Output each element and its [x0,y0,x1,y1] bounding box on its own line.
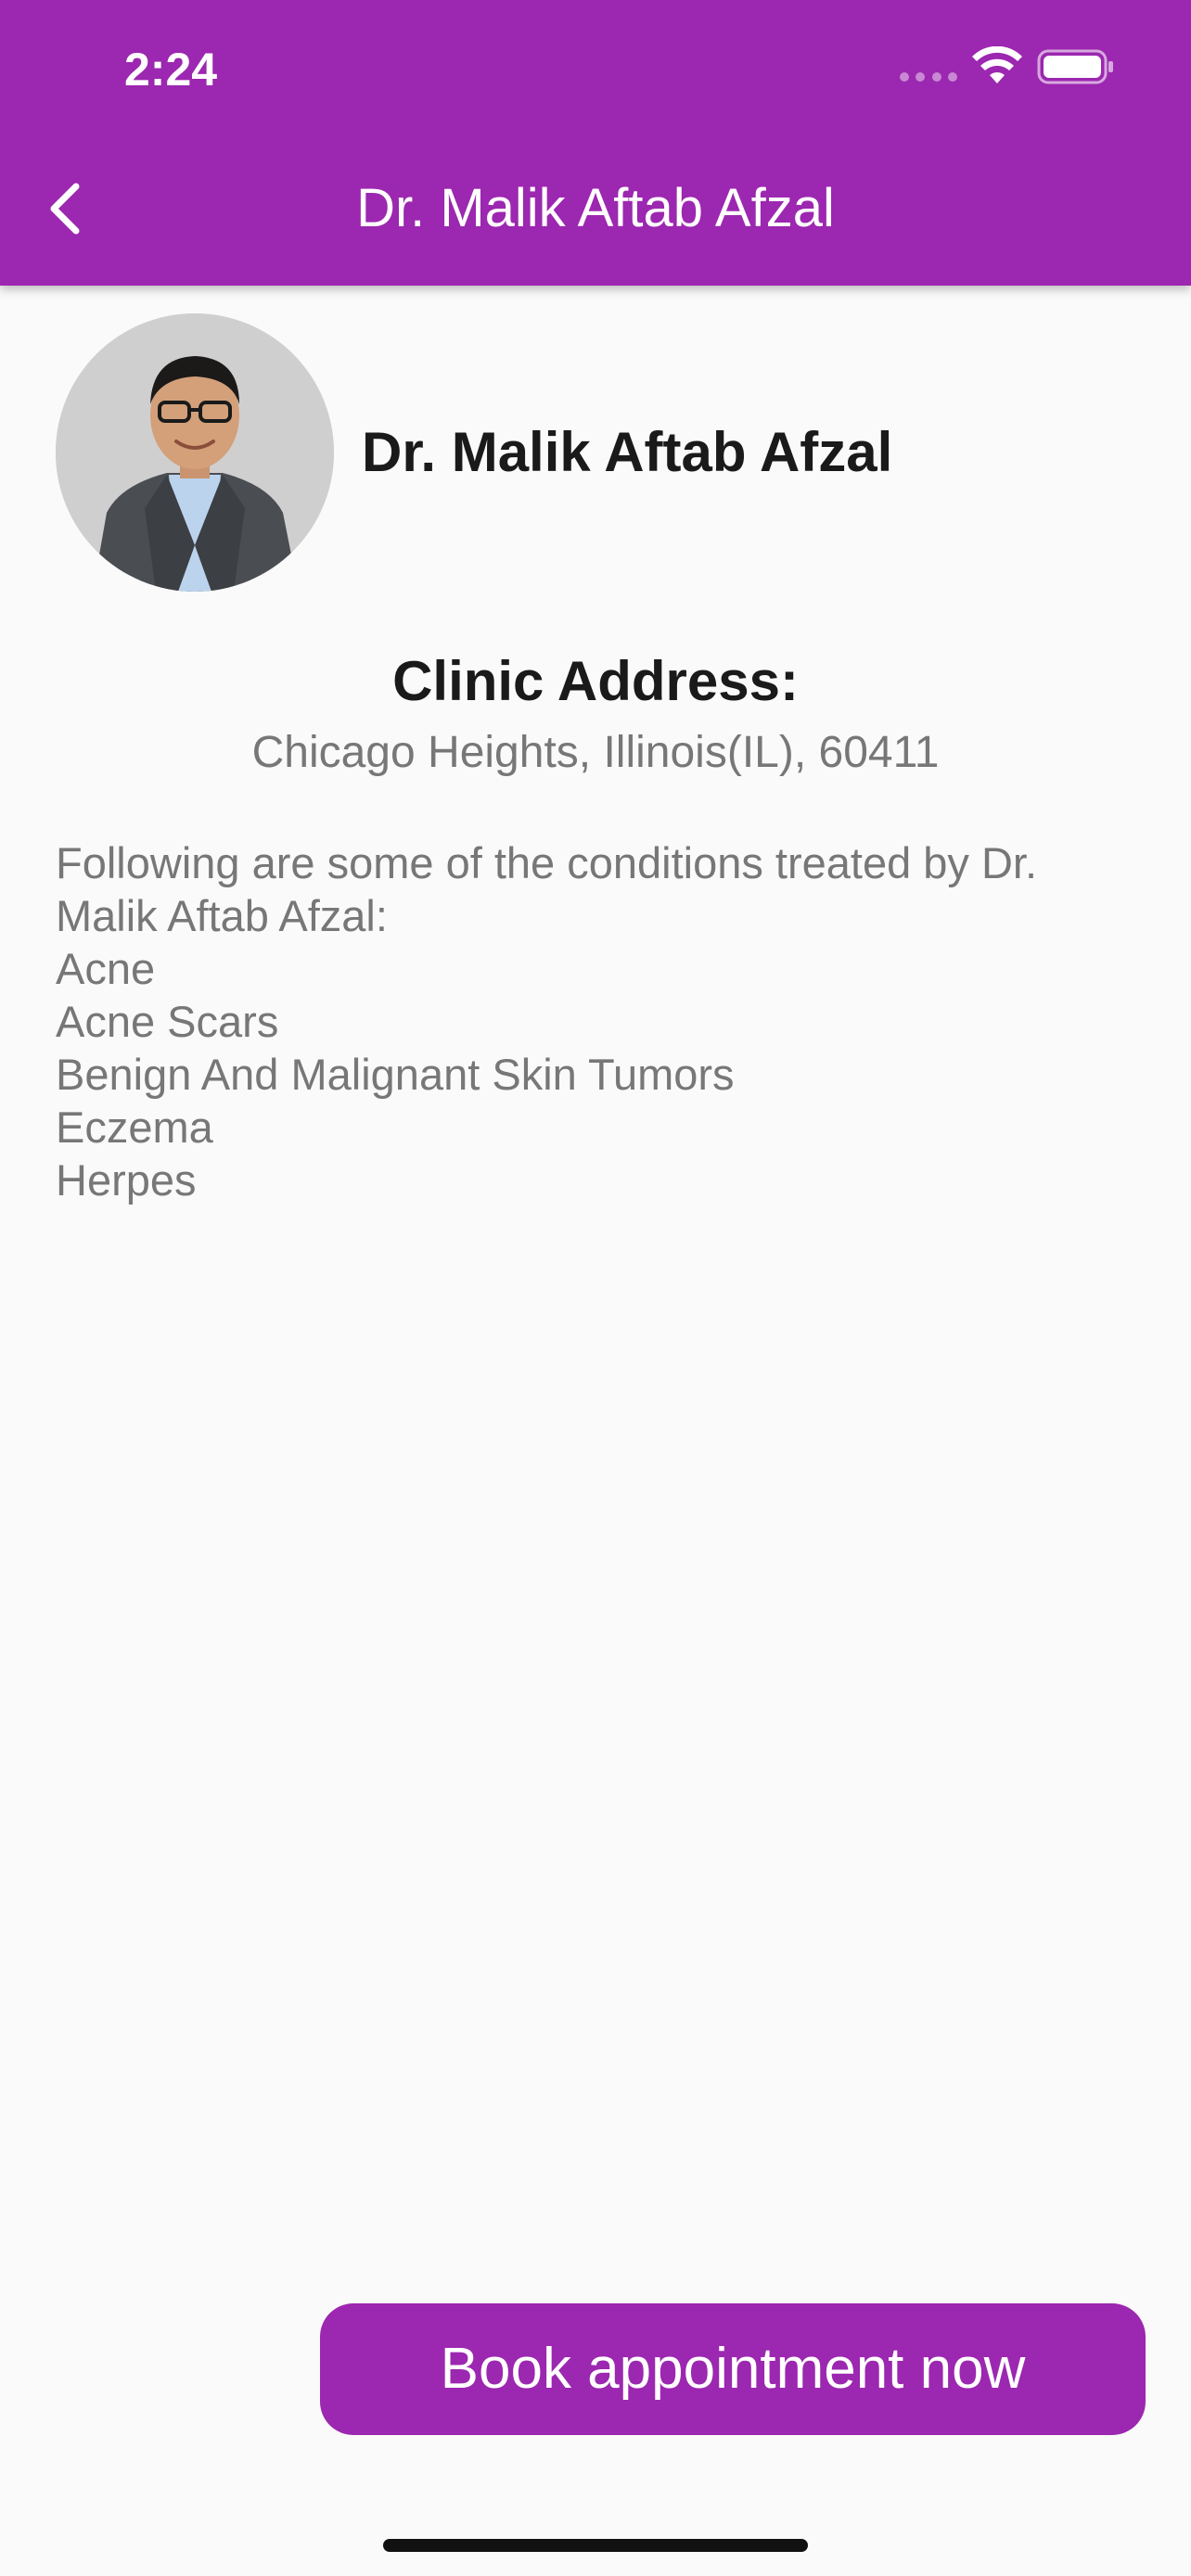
doctor-photo-icon [56,313,334,592]
home-indicator[interactable] [383,2539,808,2552]
clinic-address-heading: Clinic Address: [392,650,799,712]
conditions-intro: Malik Aftab Afzal: [56,891,388,940]
clinic-address: Chicago Heights, Illinois(IL), 60411 [251,728,940,777]
doctor-name: Dr. Malik Aftab Afzal [362,421,893,483]
back-button[interactable] [28,167,102,250]
conditions-intro: Following are some of the conditions tre… [56,838,1038,887]
doctor-detail-screen: 2:24 Dr. Malik Aftab Afzal Dr. Malik Aft… [0,0,1191,2576]
condition-item: Acne Scars [56,997,279,1046]
book-appointment-button[interactable]: Book appointment now [320,2303,1146,2435]
cellular-signal-icon [900,72,957,82]
app-header: 2:24 Dr. Malik Aftab Afzal [0,0,1191,286]
status-time: 2:24 [124,44,218,96]
conditions-list: Following are some of the conditions tre… [56,836,1150,1206]
condition-item: Eczema [56,1103,213,1152]
condition-item: Benign And Malignant Skin Tumors [56,1050,735,1099]
page-title: Dr. Malik Aftab Afzal [356,178,835,238]
condition-item: Herpes [56,1155,197,1205]
condition-item: Acne [56,944,156,993]
chevron-left-icon [50,183,80,235]
battery-icon [1037,49,1113,84]
doctor-avatar [56,313,334,592]
wifi-icon [972,46,1022,83]
